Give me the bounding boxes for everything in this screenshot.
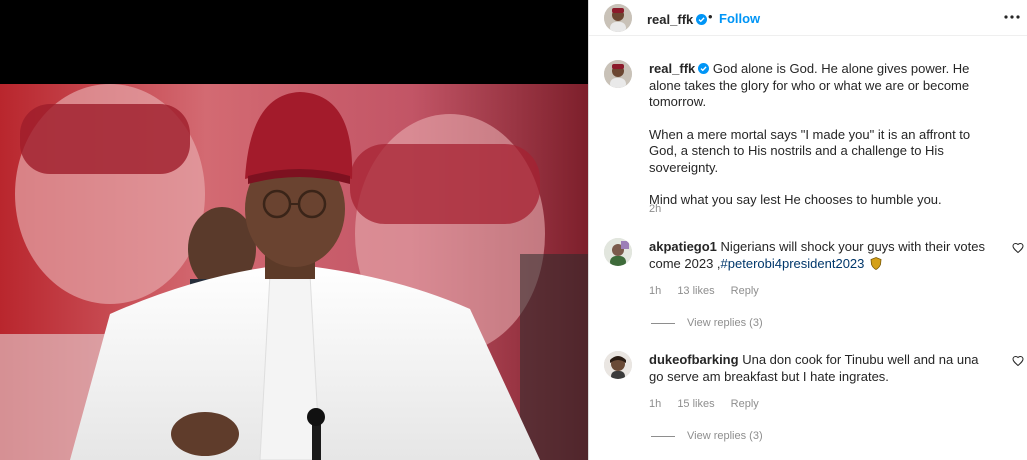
comment-item: dukeofbarking Una don cook for Tinubu we…	[589, 349, 1027, 449]
comment-time[interactable]: 1h	[649, 285, 661, 297]
comment-meta: 1h 15 likes Reply	[649, 398, 772, 410]
more-options-icon[interactable]	[1003, 8, 1021, 26]
header-separator: •	[708, 9, 713, 24]
commenter-avatar[interactable]	[604, 351, 632, 379]
post-header: real_ffk • Follow	[589, 0, 1027, 36]
caption-text-1: God alone is God. He alone gives power. …	[649, 61, 970, 109]
post-timestamp[interactable]: 2h	[649, 203, 661, 215]
post-photo	[0, 84, 588, 460]
comment-username[interactable]: akpatiego1	[649, 239, 717, 254]
comment-body: akpatiego1 Nigerians will shock your guy…	[649, 239, 994, 272]
comment-meta: 1h 13 likes Reply	[649, 285, 772, 297]
comment-item: akpatiego1 Nigerians will shock your guy…	[589, 236, 1027, 336]
replies-dash	[651, 322, 675, 324]
heart-icon[interactable]	[1012, 242, 1024, 254]
reply-button[interactable]: Reply	[731, 285, 759, 297]
caption-text-2: When a mere mortal says "I made you" it …	[649, 126, 971, 175]
verified-badge-icon	[696, 14, 708, 25]
author-avatar[interactable]	[604, 4, 632, 32]
heart-icon[interactable]	[1012, 355, 1024, 367]
shield-emoji-icon	[870, 256, 882, 270]
caption-paragraph: When a mere mortal says "I made you" it …	[649, 127, 994, 177]
author-username-text[interactable]: real_ffk	[647, 12, 693, 27]
replies-dash	[651, 435, 675, 437]
caption-paragraph: Mind what you say lest He chooses to hum…	[649, 192, 994, 209]
view-replies-label[interactable]: View replies (3)	[687, 430, 763, 442]
verified-badge-icon	[698, 63, 710, 74]
commenter-avatar[interactable]	[604, 238, 632, 266]
view-replies-label[interactable]: View replies (3)	[687, 317, 763, 329]
caption-body: real_ffk God alone is God. He alone give…	[649, 61, 994, 225]
comment-username[interactable]: dukeofbarking	[649, 352, 739, 367]
caption-paragraph: real_ffk God alone is God. He alone give…	[649, 61, 994, 111]
reply-button[interactable]: Reply	[731, 398, 759, 410]
caption-author-avatar[interactable]	[604, 60, 632, 88]
post-media[interactable]	[0, 0, 588, 460]
post-sidebar: real_ffk • Follow real_ffk God alone is …	[588, 0, 1027, 460]
comment-likes[interactable]: 15 likes	[677, 398, 714, 410]
hashtag-link[interactable]: #peterobi4president2023	[721, 256, 865, 271]
caption-text-3: Mind what you say lest He chooses to hum…	[649, 192, 942, 207]
author-username[interactable]: real_ffk	[647, 11, 708, 29]
comment-body: dukeofbarking Una don cook for Tinubu we…	[649, 352, 994, 385]
follow-button[interactable]: Follow	[719, 11, 760, 26]
comment-time[interactable]: 1h	[649, 398, 661, 410]
caption-username[interactable]: real_ffk	[649, 61, 695, 76]
view-replies-button[interactable]: View replies (3)	[651, 317, 763, 329]
view-replies-button[interactable]: View replies (3)	[651, 430, 763, 442]
comment-likes[interactable]: 13 likes	[677, 285, 714, 297]
